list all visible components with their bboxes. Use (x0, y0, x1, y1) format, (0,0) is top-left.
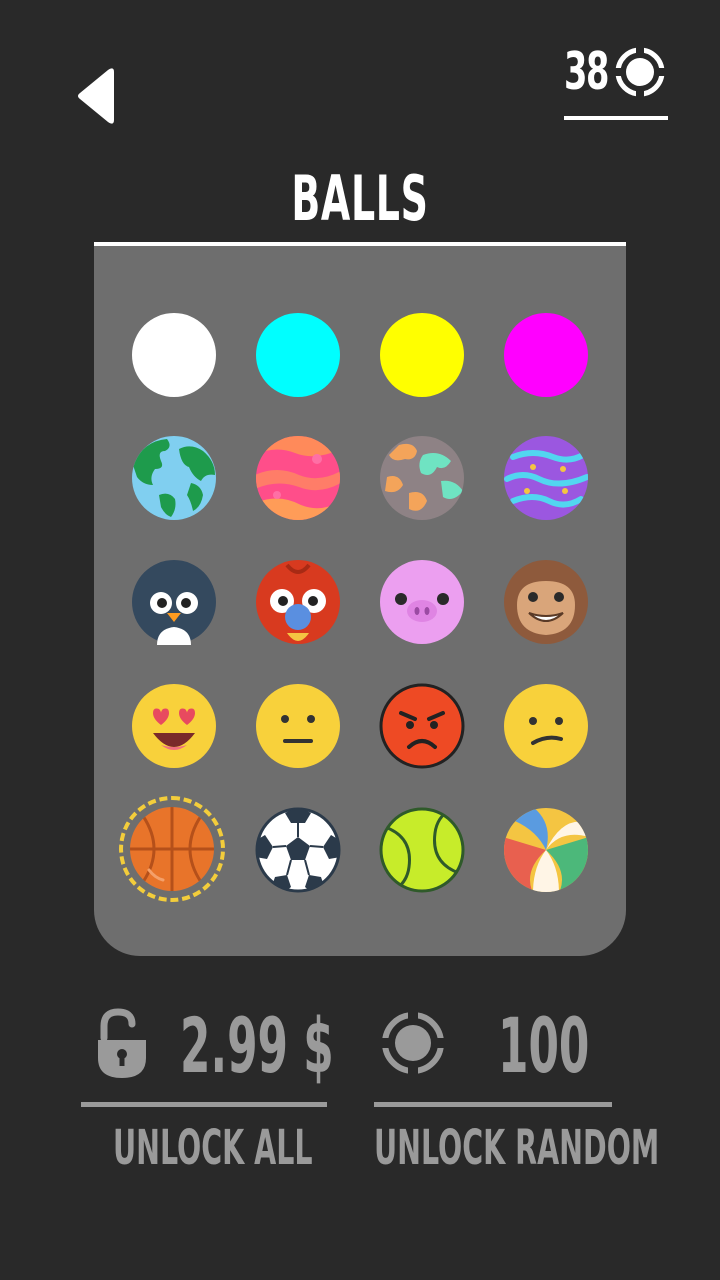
ball-soccer[interactable] (255, 807, 341, 893)
volleyball-icon (504, 808, 588, 892)
unlock-all-divider (81, 1102, 327, 1107)
coin-balance: 38 (564, 44, 668, 122)
neutral-emoji-icon (256, 684, 340, 768)
ball-basketball[interactable] (129, 806, 215, 892)
ball-magenta[interactable] (503, 312, 589, 398)
monkey-face-icon (504, 560, 588, 644)
ball-camo-planet[interactable] (379, 435, 465, 521)
unlock-random-label: UNLOCK RANDOM (374, 1120, 660, 1176)
tennis-ball-icon (379, 807, 465, 893)
penguin-face-icon (132, 560, 216, 645)
unlock-random-cost: 100 (498, 1001, 590, 1090)
pink-planet-icon (256, 436, 340, 520)
pig-face-icon (380, 560, 464, 644)
unlock-all-button[interactable]: 2.99 $ UNLOCK ALL (80, 1000, 334, 1180)
coin-count: 38 (564, 42, 609, 102)
confused-emoji-icon (504, 684, 588, 768)
ball-confused[interactable] (503, 683, 589, 769)
heart-eyes-emoji-icon (132, 684, 216, 768)
earth-planet-icon (132, 436, 216, 520)
ball-yellow[interactable] (379, 312, 465, 398)
ball-purple-planet[interactable] (503, 435, 589, 521)
ball-pig[interactable] (379, 559, 465, 645)
white-ball-icon (132, 313, 216, 397)
purple-planet-icon (504, 436, 588, 520)
ball-volleyball[interactable] (503, 807, 589, 893)
magenta-ball-icon (504, 313, 588, 397)
ball-parrot[interactable] (255, 559, 341, 645)
unlock-padlock-icon (98, 1008, 146, 1078)
ball-tennis[interactable] (379, 807, 465, 893)
coin-target-icon (614, 46, 666, 98)
ball-neutral[interactable] (255, 683, 341, 769)
angry-emoji-icon (379, 683, 465, 769)
ball-pink-planet[interactable] (255, 435, 341, 521)
basketball-icon (130, 807, 214, 891)
yellow-ball-icon (380, 313, 464, 397)
unlock-all-price: 2.99 $ (180, 1001, 334, 1090)
ball-earth[interactable] (131, 435, 217, 521)
back-button[interactable] (72, 66, 122, 126)
back-arrow-icon (78, 68, 114, 124)
soccer-ball-icon (255, 807, 341, 893)
coin-target-icon (380, 1010, 446, 1076)
unlock-random-divider (374, 1102, 612, 1107)
ball-angry[interactable] (379, 683, 465, 769)
coin-underline (564, 116, 668, 120)
cyan-ball-icon (256, 313, 340, 397)
page-title: BALLS (291, 162, 429, 235)
ball-penguin[interactable] (131, 559, 217, 645)
ball-white[interactable] (131, 312, 217, 398)
unlock-all-label: UNLOCK ALL (113, 1120, 313, 1176)
unlock-random-button[interactable]: 100 UNLOCK RANDOM (372, 1000, 659, 1180)
ball-monkey[interactable] (503, 559, 589, 645)
ball-cyan[interactable] (255, 312, 341, 398)
ball-heart-eyes[interactable] (131, 683, 217, 769)
camo-planet-icon (380, 436, 464, 520)
parrot-face-icon (256, 560, 340, 644)
